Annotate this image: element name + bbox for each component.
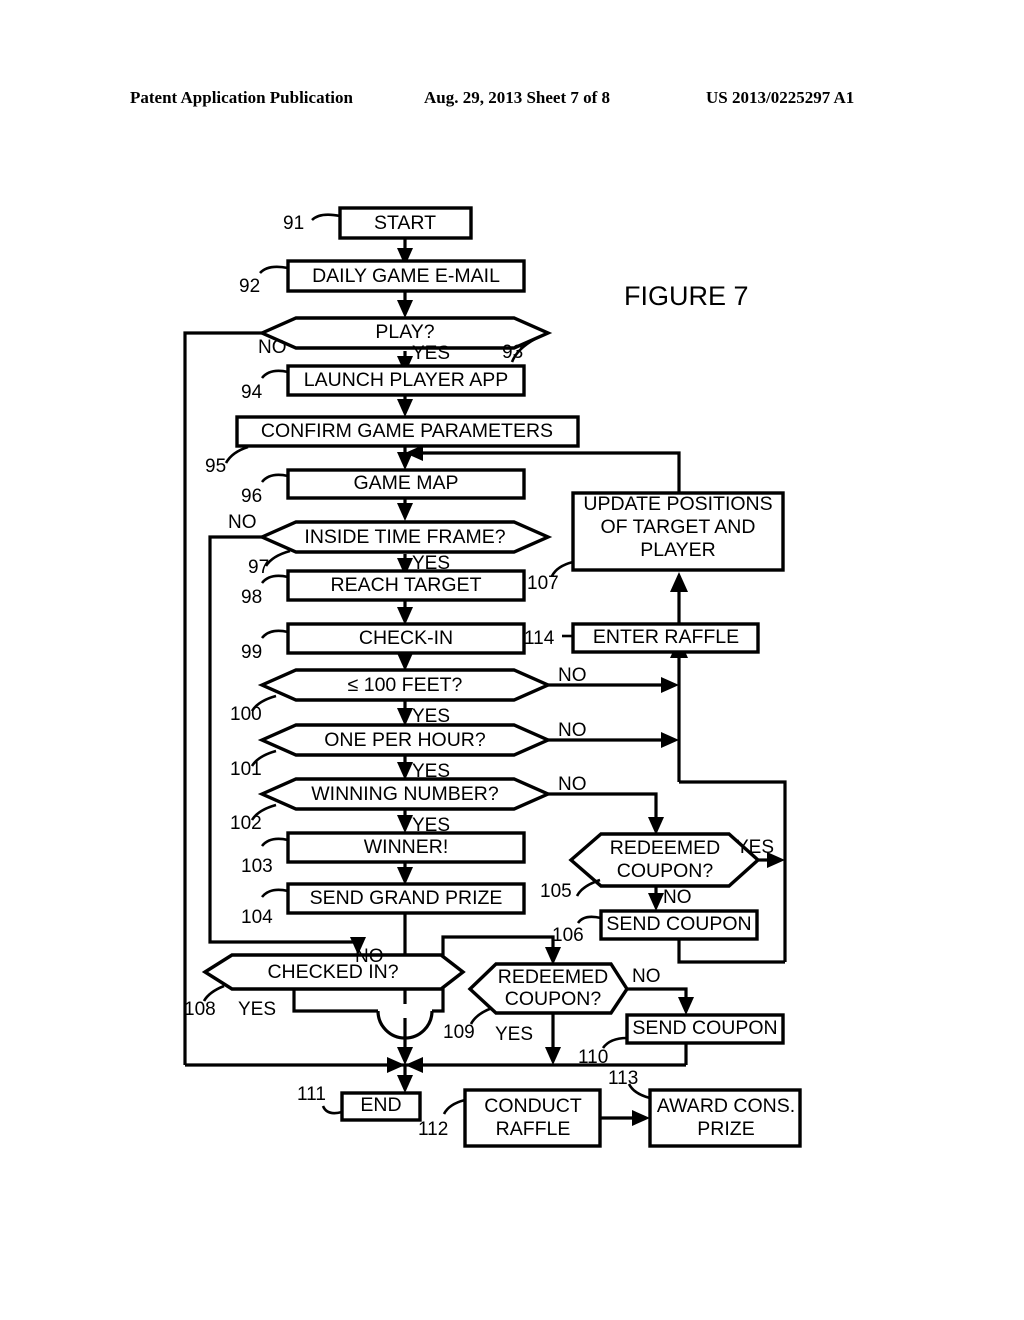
edge-label-play-no: NO [258, 337, 287, 358]
ref-103: 103 [241, 856, 273, 877]
node-redeemed-coupon-105-label-1: REDEEMED [610, 837, 721, 859]
node-checked-in-decision[interactable]: CHECKED IN? 108 YES NO [184, 946, 466, 1020]
ref-108: 108 [184, 999, 216, 1020]
node-daily-game-email[interactable]: DAILY GAME E-MAIL 92 [239, 259, 526, 297]
node-winner[interactable]: WINNER! 103 [241, 831, 526, 877]
node-send-coupon-106-label: SEND COUPON [606, 913, 751, 935]
ref-102: 102 [230, 813, 262, 834]
ref-92: 92 [239, 276, 260, 297]
ref-104: 104 [241, 907, 273, 928]
edge-label-winnum-no: NO [558, 774, 587, 795]
node-enter-raffle[interactable]: ENTER RAFFLE 114 [524, 622, 760, 654]
edge-label-timeframe-no: NO [228, 512, 257, 533]
edge-label-checkedin-no: NO [355, 946, 384, 967]
ref-97: 97 [248, 557, 269, 578]
edge-label-redeem105-yes: YES [736, 837, 774, 858]
node-send-coupon-110-label: SEND COUPON [632, 1017, 777, 1039]
ref-100: 100 [230, 704, 262, 725]
ref-99: 99 [241, 642, 262, 663]
node-one-per-hour-decision[interactable]: ONE PER HOUR? 101 NO YES [230, 720, 587, 782]
flowchart-svg: START 91 DAILY GAME E-MAIL 92 PLAY? 93 N… [183, 206, 802, 1148]
node-game-map[interactable]: GAME MAP 96 [241, 468, 526, 507]
ref-111: 111 [297, 1084, 326, 1105]
ref-98: 98 [241, 587, 262, 608]
ref-106: 106 [552, 925, 584, 946]
node-redeemed-coupon-109-label-1: REDEEMED [498, 966, 609, 988]
node-inside-time-frame-decision[interactable]: INSIDE TIME FRAME? 97 NO YES [228, 512, 553, 578]
node-game-map-label: GAME MAP [353, 472, 458, 494]
node-update-positions[interactable]: UPDATE POSITIONS OF TARGET AND PLAYER 10… [527, 491, 785, 594]
node-redeemed-coupon-105-label-2: COUPON? [617, 860, 714, 882]
node-winner-label: WINNER! [364, 836, 449, 858]
node-winning-number-label: WINNING NUMBER? [311, 783, 499, 805]
ref-112: 112 [418, 1119, 448, 1140]
ref-114: 114 [524, 628, 555, 649]
node-send-coupon-110[interactable]: SEND COUPON 110 [578, 1013, 785, 1068]
node-conduct-raffle[interactable]: CONDUCT RAFFLE 112 [418, 1088, 602, 1148]
node-redeemed-coupon-109-label-2: COUPON? [505, 988, 602, 1010]
ref-113: 113 [608, 1068, 638, 1089]
ref-101: 101 [230, 759, 262, 780]
ref-95: 95 [205, 456, 226, 477]
ref-105: 105 [540, 881, 572, 902]
node-confirm-game-parameters-label: CONFIRM GAME PARAMETERS [261, 420, 553, 442]
node-update-positions-label-1: UPDATE POSITIONS [583, 493, 772, 515]
edge-label-hour-no: NO [558, 720, 587, 741]
node-one-per-hour-label: ONE PER HOUR? [324, 729, 486, 751]
node-check-in-label: CHECK-IN [359, 627, 453, 649]
node-send-grand-prize[interactable]: SEND GRAND PRIZE 104 [241, 882, 526, 928]
node-award-prize-label-1: AWARD CONS. [657, 1095, 795, 1117]
node-daily-game-email-label: DAILY GAME E-MAIL [312, 265, 500, 287]
node-launch-player-app[interactable]: LAUNCH PLAYER APP 94 [241, 364, 526, 403]
ref-91: 91 [283, 213, 304, 234]
node-update-positions-label-2: OF TARGET AND [601, 516, 756, 538]
edge-label-redeem105-no: NO [663, 887, 692, 908]
node-within-100-feet-label: ≤ 100 FEET? [348, 674, 463, 696]
node-end[interactable]: END 111 [297, 1084, 422, 1122]
node-reach-target-label: REACH TARGET [331, 574, 482, 596]
edge-label-redeem109-no: NO [632, 966, 661, 987]
ref-110: 110 [578, 1047, 608, 1068]
node-enter-raffle-label: ENTER RAFFLE [593, 626, 739, 648]
node-send-grand-prize-label: SEND GRAND PRIZE [310, 887, 503, 909]
node-play-label: PLAY? [375, 321, 434, 343]
ref-94: 94 [241, 382, 263, 403]
node-check-in[interactable]: CHECK-IN 99 [241, 622, 526, 663]
node-start-label: START [374, 212, 436, 234]
node-reach-target[interactable]: REACH TARGET 98 [241, 569, 526, 608]
node-send-coupon-106[interactable]: SEND COUPON 106 [552, 909, 759, 946]
edge-label-checkedin-yes: YES [238, 999, 276, 1020]
node-award-prize-label-2: PRIZE [697, 1118, 754, 1140]
node-conduct-raffle-label-2: RAFFLE [496, 1118, 571, 1140]
node-conduct-raffle-label-1: CONDUCT [484, 1095, 582, 1117]
node-start[interactable]: START 91 [283, 206, 473, 240]
ref-96: 96 [241, 486, 262, 507]
node-award-consolation-prize[interactable]: AWARD CONS. PRIZE 113 [608, 1068, 802, 1148]
ref-107: 107 [527, 573, 559, 594]
figure-title: FIGURE 7 [624, 281, 749, 311]
edge-label-play-yes: YES [412, 343, 450, 364]
node-end-label: END [360, 1094, 401, 1116]
node-update-positions-label-3: PLAYER [640, 539, 716, 561]
node-inside-time-frame-label: INSIDE TIME FRAME? [304, 526, 505, 548]
patent-figure-page: Patent Application Publication Aug. 29, … [0, 0, 1024, 1320]
node-confirm-game-parameters[interactable]: CONFIRM GAME PARAMETERS 95 [205, 415, 580, 477]
node-launch-player-app-label: LAUNCH PLAYER APP [304, 369, 508, 391]
node-winning-number-decision[interactable]: WINNING NUMBER? 102 NO YES [230, 774, 587, 836]
ref-93: 93 [502, 342, 523, 363]
edge-label-redeem109-yes: YES [495, 1024, 533, 1045]
ref-109: 109 [443, 1022, 475, 1043]
edge-label-feet-no: NO [558, 665, 587, 686]
